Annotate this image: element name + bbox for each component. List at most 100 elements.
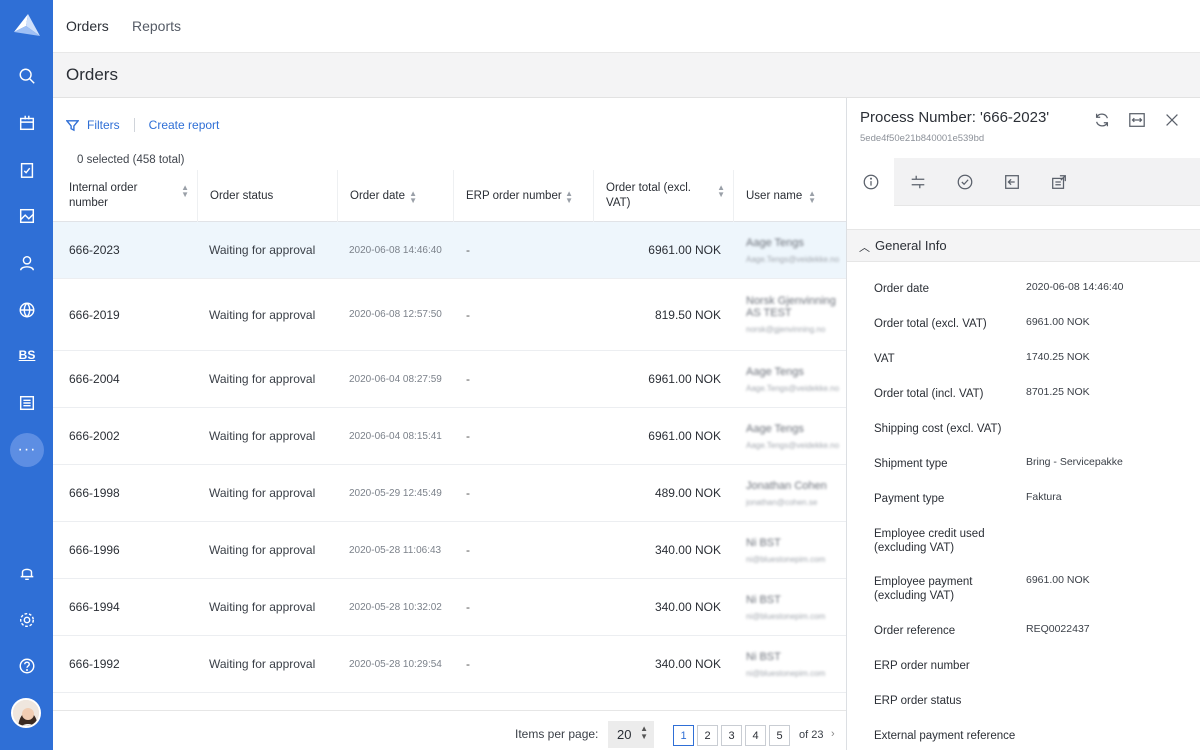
sort-icon[interactable]: ▲ ▼ [808,190,816,205]
items-per-page-select[interactable]: 20 ▲ ▼ [608,721,654,748]
clipboard-icon[interactable] [14,157,40,183]
order-number: 666-1996 [69,543,120,557]
column-order-total[interactable]: Order total (excl. VAT) ▲ ▼ [594,170,734,222]
order-status: Waiting for approval [209,600,316,614]
filter-icon [66,119,79,131]
order-status: Waiting for approval [209,307,316,322]
items-per-page-value: 20 [617,727,632,742]
tab-orders[interactable]: Orders [66,18,109,34]
column-order-date[interactable]: Order date ▲ ▼ [338,170,454,222]
general-info-section[interactable]: ︿ General Info [847,229,1200,262]
field-value: REQ0022437 [1026,623,1090,635]
filters-button[interactable]: Filters [87,118,120,132]
refresh-icon[interactable] [1093,111,1113,131]
next-page-button[interactable]: › [831,728,835,740]
user-cell: Aage Tengs Aage.Tengs@veidekke.no [746,408,846,464]
page-button[interactable]: 3 [721,725,742,746]
orders-box-icon[interactable] [14,110,40,136]
order-status: Waiting for approval [209,486,316,500]
user-cell: Ni BST ni@bluestonepim.com [746,522,846,578]
sort-icon[interactable]: ▲ ▼ [717,184,725,199]
user-cell: Norsk Gjenvinning AS TEST norsk@gjenvinni… [746,279,846,350]
user-name: Norsk Gjenvinning AS TEST [746,295,836,319]
bell-icon[interactable] [14,560,40,586]
erp-order-number: - [466,372,470,386]
order-number: 666-1998 [69,486,120,500]
toolbar: Filters Create report [66,118,219,132]
column-user-name[interactable]: User name ▲ ▼ [734,170,846,222]
page-button[interactable]: 5 [769,725,790,746]
sort-icon[interactable]: ▲ ▼ [565,190,573,205]
user-name: Jonathan Cohen [746,479,827,492]
table-row[interactable]: 666-2002 Waiting for approval 2020-06-04… [53,408,846,465]
gear-icon[interactable] [14,607,40,633]
order-number: 666-2002 [69,429,120,443]
check-circle-icon [957,174,972,190]
column-label: ERP order number [466,190,562,202]
order-total: 489.00 NOK [654,486,721,500]
user-email: Aage.Tengs@veidekke.no [746,440,840,450]
field-value: 1740.25 NOK [1026,351,1090,363]
erp-order-number: - [466,429,470,443]
page-title: Orders [66,65,118,84]
tab-return[interactable] [988,158,1035,206]
user-email: Aage.Tengs@veidekke.no [746,383,840,393]
table-row[interactable]: 666-1996 Waiting for approval 2020-05-28… [53,522,846,579]
table-row[interactable]: 666-2004 Waiting for approval 2020-06-04… [53,351,846,408]
avatar[interactable] [11,698,41,728]
help-icon[interactable] [14,653,40,679]
order-total: 6961.00 NOK [648,243,721,257]
column-internal-order-number[interactable]: Internal order number ▲ ▼ [53,170,198,222]
user-email: ni@bluestonepim.com [746,611,826,621]
user-icon[interactable] [14,250,40,276]
column-label: Order date [350,190,405,202]
user-cell: Ni BST ni@bluestonepim.com [746,579,846,635]
tab-reports[interactable]: Reports [132,18,181,34]
order-total: 340.00 NOK [654,543,721,557]
user-email: Aage.Tengs@veidekke.no [746,254,840,264]
column-order-status[interactable]: Order status [198,170,338,222]
tab-process[interactable] [894,158,941,206]
bs-icon[interactable]: BS [14,342,40,368]
logo-icon[interactable] [12,12,42,40]
create-report-button[interactable]: Create report [149,118,220,132]
table-row[interactable]: 666-1994 Waiting for approval 2020-05-28… [53,579,846,636]
more-icon[interactable]: ··· [10,433,44,467]
field-label: Shipping cost (excl. VAT) [874,423,1002,435]
image-icon[interactable] [14,203,40,229]
user-email: ni@bluestonepim.com [746,554,826,564]
order-number: 666-2019 [69,307,120,322]
order-status: Waiting for approval [209,543,316,557]
catalog-icon[interactable] [14,390,40,416]
field-label: Order reference [874,625,956,637]
tab-approval[interactable] [941,158,988,206]
user-name: Aage Tengs [746,236,804,249]
order-total: 6961.00 NOK [648,372,721,386]
expand-icon[interactable] [1128,111,1148,131]
page-button[interactable]: 4 [745,725,766,746]
sort-icon[interactable]: ▲ ▼ [181,184,189,199]
user-cell: Aage Tengs Aage.Tengs@veidekke.no [746,351,846,407]
globe-icon[interactable] [14,297,40,323]
sort-icon[interactable]: ▲ ▼ [409,190,417,205]
user-name: Ni BST [746,536,781,549]
tab-export[interactable] [1035,158,1082,206]
tab-info[interactable] [847,158,894,206]
erp-order-number: - [466,600,470,614]
order-date: 2020-06-04 08:15:41 [349,430,442,442]
page-button[interactable]: 1 [673,725,694,746]
order-date: 2020-05-28 10:29:54 [349,658,442,670]
table-row[interactable]: 666-2019 Waiting for approval 2020-06-08… [53,279,846,351]
field-label: Employee credit used (excluding VAT) [874,528,985,554]
field-value: 6961.00 NOK [1026,574,1090,586]
table-row[interactable]: 666-1992 Waiting for approval 2020-05-28… [53,636,846,693]
field-label: VAT [874,353,895,365]
column-erp-order-number[interactable]: ERP order number ▲ ▼ [454,170,594,222]
close-icon[interactable] [1163,111,1183,131]
search-icon[interactable] [14,63,40,89]
page-button[interactable]: 2 [697,725,718,746]
field-label: ERP order status [874,695,962,707]
order-number: 666-1992 [69,657,120,671]
table-row[interactable]: 666-1998 Waiting for approval 2020-05-29… [53,465,846,522]
table-row[interactable]: 666-2023 Waiting for approval 2020-06-08… [53,222,846,279]
